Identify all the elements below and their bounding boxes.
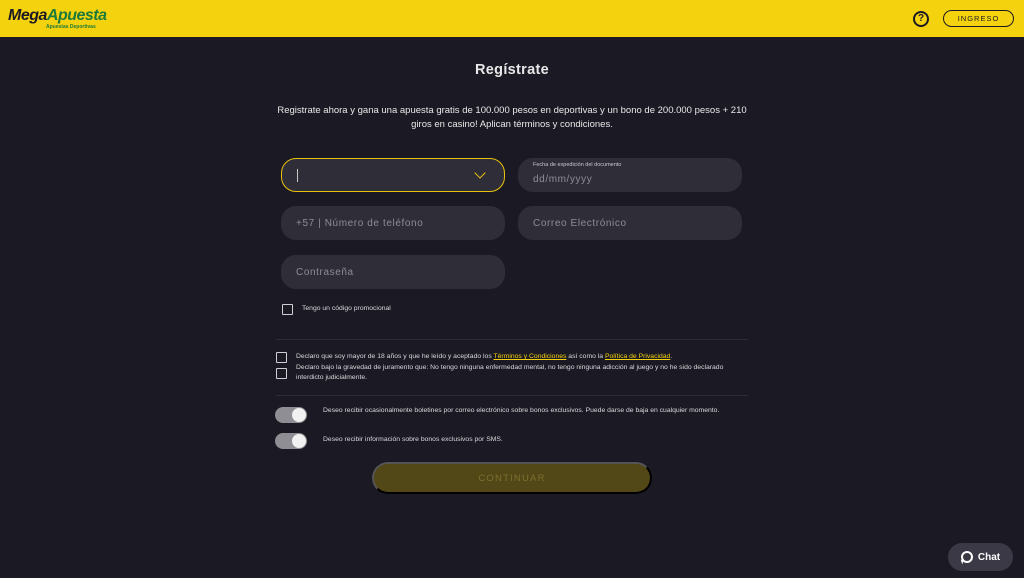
oath-label: Declaro bajo la gravedad de juramento qu… [296, 364, 724, 381]
megapuesta-logo[interactable]: MegaApuesta Apuestas Deportivas [8, 6, 107, 30]
divider [276, 395, 748, 396]
terms-link[interactable]: Términos y Condiciones [494, 353, 567, 360]
privacy-link[interactable]: Política de Privacidad [605, 353, 670, 360]
chat-button[interactable]: Chat [948, 543, 1013, 571]
header-actions: ? INGRESO [913, 10, 1014, 27]
toggle-knob [292, 408, 306, 422]
oath-checkbox[interactable] [276, 368, 287, 379]
text-caret [297, 168, 298, 182]
email-placeholder: Correo Electrónico [533, 217, 627, 229]
chat-label: Chat [977, 551, 1001, 563]
expedition-date-label: Fecha de expedición del documento [533, 162, 622, 168]
divider [276, 339, 748, 340]
sms-toggle[interactable] [275, 433, 307, 449]
chevron-down-icon [474, 167, 486, 179]
login-button[interactable]: INGRESO [943, 10, 1014, 27]
age-terms-label: Declaro que soy mayor de 18 años y que h… [296, 353, 673, 360]
continue-button[interactable]: CONTINUAR [372, 462, 652, 494]
page-title: Regístrate [475, 62, 549, 78]
email-field[interactable]: Correo Electrónico [518, 206, 742, 240]
expedition-date-field[interactable]: Fecha de expedición del documento dd/mm/… [518, 158, 742, 192]
promo-code-label: Tengo un código promocional [302, 305, 391, 312]
password-field[interactable]: Contraseña [281, 255, 505, 289]
promo-code-checkbox[interactable] [282, 304, 293, 315]
toggle-knob [292, 434, 306, 448]
newsletter-label: Deseo recibir ocasionalmente boletines p… [323, 407, 720, 414]
password-placeholder: Contraseña [296, 266, 354, 278]
newsletter-toggle[interactable] [275, 407, 307, 423]
sms-label: Deseo recibir información sobre bonos ex… [323, 436, 503, 443]
chat-bubble-icon [960, 551, 973, 563]
promo-text: Registrate ahora y gana una apuesta grat… [277, 105, 747, 130]
logo-text: MegaApuesta [8, 6, 107, 24]
phone-placeholder: +57 | Número de teléfono [296, 217, 424, 229]
phone-field[interactable]: +57 | Número de teléfono [281, 206, 505, 240]
document-type-select[interactable] [281, 158, 505, 192]
top-bar: MegaApuesta Apuestas Deportivas ? INGRES… [0, 0, 1024, 37]
age-terms-checkbox[interactable] [276, 352, 287, 363]
help-icon[interactable]: ? [913, 10, 929, 27]
expedition-date-placeholder: dd/mm/yyyy [533, 173, 593, 185]
logo-subtitle: Apuestas Deportivas [46, 23, 96, 30]
